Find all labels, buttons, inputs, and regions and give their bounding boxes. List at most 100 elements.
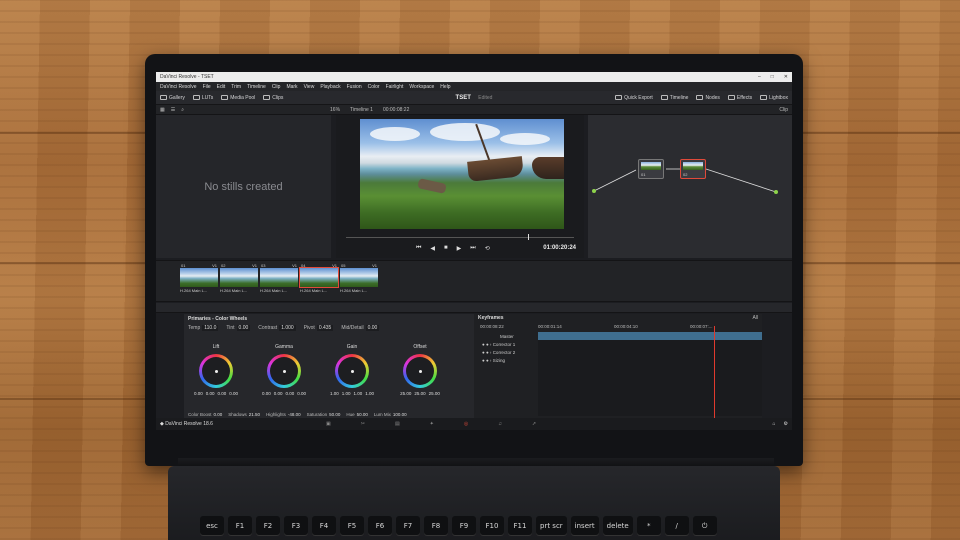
clip-mode-select[interactable]: Clip	[779, 107, 788, 113]
key-f10[interactable]: F10	[480, 516, 504, 536]
keyframes-playhead[interactable]	[714, 326, 715, 418]
param-contrast[interactable]: Contrast 1.000	[258, 325, 296, 331]
stop-icon[interactable]: ■	[444, 245, 448, 252]
param-temp[interactable]: Temp 110.0	[188, 325, 219, 331]
key-f2[interactable]: F2	[256, 516, 280, 536]
last-frame-icon[interactable]: ⏭	[470, 245, 475, 252]
clip-thumbnail-selected[interactable]: 04 V1 H.264 Main L...	[299, 263, 339, 299]
clip-strip: 01 V1 H.264 Main L... 02 V1 H.264 Main L..…	[156, 260, 792, 302]
menu-workspace[interactable]: Workspace	[409, 84, 434, 90]
param-tint[interactable]: Tint 0.00	[226, 325, 251, 331]
menu-clip[interactable]: Clip	[272, 84, 281, 90]
key-f6[interactable]: F6	[368, 516, 392, 536]
page-color-icon[interactable]: ◎	[464, 421, 468, 427]
keyframe-row-master[interactable]: Master	[474, 332, 538, 340]
node-01[interactable]: 01	[638, 159, 664, 179]
settings-icon[interactable]: ⚙	[784, 421, 788, 427]
maximize-icon[interactable]: □	[771, 74, 774, 80]
menu-davinci[interactable]: DaVinci Resolve	[160, 84, 197, 90]
menu-edit[interactable]: Edit	[217, 84, 226, 90]
keyframes-track[interactable]	[538, 326, 762, 418]
minimize-icon[interactable]: –	[758, 74, 761, 80]
param-pivot[interactable]: Pivot 0.435	[304, 325, 334, 331]
param-lum-mix[interactable]: Lum Mix 100.00	[374, 412, 407, 417]
key-f7[interactable]: F7	[396, 516, 420, 536]
menu-timeline[interactable]: Timeline	[247, 84, 266, 90]
menu-view[interactable]: View	[304, 84, 315, 90]
quick-export-button[interactable]: Quick Export	[615, 95, 653, 101]
gallery-button[interactable]: Gallery	[160, 95, 185, 101]
keyframe-row-corrector-1[interactable]: ● ● › Corrector 1	[474, 340, 538, 348]
key-f1[interactable]: F1	[228, 516, 252, 536]
menu-fairlight[interactable]: Fairlight	[386, 84, 404, 90]
key-esc[interactable]: esc	[200, 516, 224, 536]
key-f9[interactable]: F9	[452, 516, 476, 536]
search-icon[interactable]: ⌕	[181, 107, 184, 113]
list-icon[interactable]: ☰	[171, 107, 175, 113]
timeline-select[interactable]: Timeline 1	[350, 107, 373, 113]
node-02[interactable]: 02	[680, 159, 706, 179]
close-icon[interactable]: ✕	[784, 74, 788, 80]
page-fusion-icon[interactable]: ✦	[430, 421, 434, 427]
gain-wheel[interactable]: Gain 1.00 1.00 1.00 1.00	[322, 344, 382, 396]
page-media-icon[interactable]: ▣	[326, 421, 331, 427]
play-icon[interactable]: ▶	[457, 245, 462, 252]
clips-button[interactable]: Clips	[263, 95, 283, 101]
keyframe-row-sizing[interactable]: ● ● › Sizing	[474, 356, 538, 364]
first-frame-icon[interactable]: ⏮	[416, 245, 421, 252]
laptop-screen: DaVinci Resolve - TSET – □ ✕ DaVinci Res…	[156, 72, 792, 430]
keyframe-row-corrector-2[interactable]: ● ● › Corrector 2	[474, 348, 538, 356]
media-pool-button[interactable]: Media Pool	[221, 95, 255, 101]
key-power[interactable]: ⏻	[692, 516, 717, 536]
page-cut-icon[interactable]: ✂	[361, 421, 365, 427]
grid-icon[interactable]: ▦	[160, 107, 165, 113]
menu-playback[interactable]: Playback	[320, 84, 340, 90]
page-deliver-icon[interactable]: ➚	[532, 421, 536, 427]
gamma-wheel[interactable]: Gamma 0.00 0.00 0.00 0.00	[254, 344, 314, 396]
param-saturation[interactable]: Saturation 50.00	[307, 412, 341, 417]
key-prtscr[interactable]: prt scr	[536, 516, 567, 536]
luts-button[interactable]: LUTs	[192, 95, 213, 101]
wrecked-boat	[532, 157, 564, 179]
clip-thumbnail[interactable]: 03 V1 H.264 Main L...	[260, 263, 298, 299]
home-icon[interactable]: ⌂	[772, 421, 775, 427]
key-f8[interactable]: F8	[424, 516, 448, 536]
scrubber-playhead[interactable]	[528, 234, 530, 240]
key-f11[interactable]: F11	[508, 516, 532, 536]
lift-wheel[interactable]: Lift 0.00 0.00 0.00 0.00	[186, 344, 246, 396]
key-slash[interactable]: /	[664, 516, 689, 536]
menu-trim[interactable]: Trim	[231, 84, 241, 90]
reverse-icon[interactable]: ◀	[430, 245, 435, 252]
clip-thumbnail[interactable]: 02 V1 H.264 Main L...	[220, 263, 258, 299]
viewer-frame	[360, 119, 564, 229]
key-delete[interactable]: delete	[602, 516, 633, 536]
page-fairlight-icon[interactable]: ♫	[498, 421, 502, 427]
nodes-button[interactable]: Nodes	[696, 95, 720, 101]
effects-button[interactable]: Effects	[727, 95, 752, 101]
scrubber[interactable]	[346, 237, 574, 238]
key-insert[interactable]: insert	[570, 516, 599, 536]
offset-wheel[interactable]: Offset 25.00 25.00 25.00	[390, 344, 450, 396]
menu-fusion[interactable]: Fusion	[347, 84, 362, 90]
key-f3[interactable]: F3	[284, 516, 308, 536]
lightbox-button[interactable]: Lightbox	[760, 95, 788, 101]
clip-thumbnail[interactable]: 01 V1 H.264 Main L...	[180, 263, 218, 299]
param-mid-detail[interactable]: Mid/Detail 0.00	[341, 325, 380, 331]
param-shadows[interactable]: Shadows 21.50	[228, 412, 260, 417]
param-hue[interactable]: Hue 50.00	[346, 412, 368, 417]
loop-icon[interactable]: ⟲	[485, 245, 490, 252]
param-color-boost[interactable]: Color Boost 0.00	[188, 412, 222, 417]
menu-mark[interactable]: Mark	[286, 84, 297, 90]
key-asterisk[interactable]: *	[636, 516, 661, 536]
timeline-button[interactable]: Timeline	[660, 95, 688, 101]
key-f5[interactable]: F5	[340, 516, 364, 536]
page-edit-icon[interactable]: ▤	[395, 421, 400, 427]
param-highlights[interactable]: Highlights -48.00	[266, 412, 301, 417]
keyframes-filter[interactable]: All	[752, 315, 758, 321]
menu-file[interactable]: File	[203, 84, 211, 90]
clip-thumbnail[interactable]: 05 V1 H.264 Main L...	[340, 263, 378, 299]
zoom-select[interactable]: 16%	[330, 107, 340, 113]
menu-help[interactable]: Help	[440, 84, 450, 90]
menu-color[interactable]: Color	[368, 84, 380, 90]
key-f4[interactable]: F4	[312, 516, 336, 536]
